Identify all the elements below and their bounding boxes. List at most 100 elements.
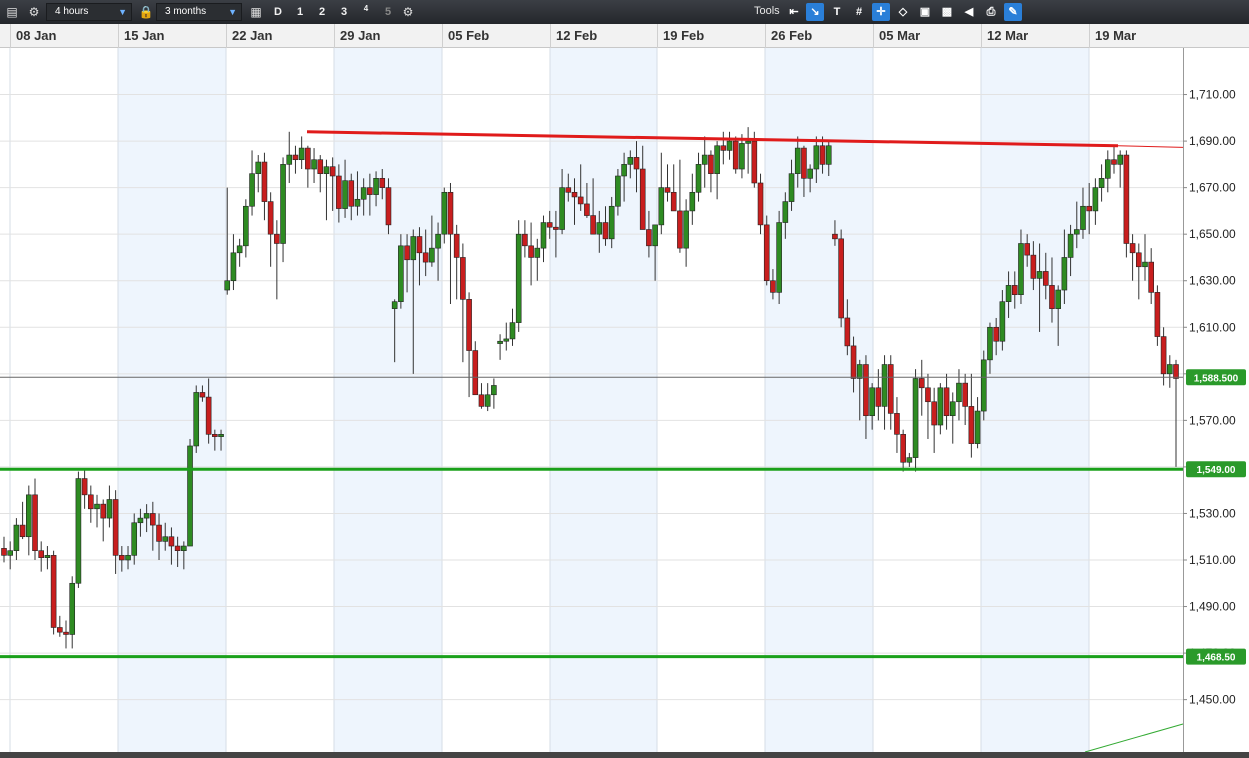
candle-up	[236, 245, 243, 254]
candle-up	[745, 140, 751, 144]
candle-down	[329, 166, 336, 177]
text-tool-icon[interactable]: T	[828, 3, 846, 21]
candle-down	[274, 233, 280, 244]
candle-up	[354, 198, 361, 207]
settings-tool-icon[interactable]: ✎	[1004, 3, 1022, 21]
candle-down	[801, 147, 807, 179]
candle-up	[509, 322, 516, 340]
layers-icon[interactable]: ▣	[916, 3, 934, 21]
settings-icon[interactable]: ⚙	[400, 4, 416, 20]
candle-up	[788, 173, 795, 202]
candle-down	[478, 394, 485, 407]
candle-up	[856, 364, 863, 379]
candle-up	[398, 245, 404, 302]
interval-button-3[interactable]: 3	[336, 3, 352, 21]
candle-up	[75, 478, 82, 584]
interval-button-4[interactable]: 4	[358, 0, 374, 18]
candle-up	[1073, 229, 1080, 235]
candle-down	[1154, 292, 1161, 337]
candle-down	[553, 226, 559, 230]
candle-down	[584, 203, 590, 216]
candle-up	[360, 187, 367, 200]
candle-up	[776, 222, 782, 293]
price-axis: 1,710.00 1,690.00 1,670.00 1,650.00 1,630.00…	[1183, 48, 1249, 752]
candle-down	[168, 536, 175, 547]
candle-down	[1111, 159, 1117, 165]
candle-up	[373, 178, 379, 195]
trendline-icon[interactable]: ↘	[806, 3, 824, 21]
candle-down	[1160, 336, 1167, 375]
chart-type-icon[interactable]: ▩	[938, 3, 956, 21]
scrollbar[interactable]	[0, 752, 1249, 758]
menu-icon[interactable]: ▤	[4, 4, 20, 20]
candle-down	[894, 413, 900, 435]
candle-up	[125, 555, 131, 561]
candle-down	[838, 238, 844, 319]
candle-down	[565, 187, 572, 193]
y-tick-label: 1,670.00	[1189, 181, 1236, 195]
candle-down	[993, 326, 999, 342]
candle-up	[323, 166, 330, 174]
week-band	[981, 48, 1089, 752]
candle-up	[218, 434, 224, 437]
print-icon[interactable]: ⎙	[982, 3, 1000, 21]
candle-down	[832, 233, 838, 240]
candle-down	[32, 494, 38, 551]
x-tick-label: 19 Feb	[663, 28, 705, 43]
candle-down	[19, 524, 26, 538]
calendar-icon[interactable]: ▦	[248, 4, 264, 20]
candle-up	[807, 168, 813, 179]
candle-down	[422, 252, 429, 263]
candle-down	[763, 224, 770, 282]
candle-up	[689, 191, 696, 212]
grid-icon[interactable]: #	[850, 3, 868, 21]
x-tick-label: 15 Jan	[124, 28, 165, 43]
interval-button-2[interactable]: 2	[314, 3, 330, 21]
candle-up	[13, 524, 20, 551]
lock-icon[interactable]: 🔒	[138, 4, 154, 20]
marker-icon[interactable]: ◇	[894, 3, 912, 21]
candle-up	[410, 236, 417, 261]
candle-up	[652, 224, 658, 247]
candle-down	[447, 191, 454, 235]
price-chart[interactable]: 1,710.00 1,690.00 1,670.00 1,650.00 1,630.00…	[0, 48, 1249, 753]
draw-icon[interactable]: ◀	[960, 3, 978, 21]
candle-up	[608, 205, 615, 240]
range-select[interactable]: 3 months ▼	[156, 3, 242, 21]
candle-down	[887, 364, 894, 414]
candle-down	[633, 157, 640, 170]
candle-up	[726, 140, 733, 151]
interval-select[interactable]: 4 hours ▼	[46, 3, 132, 21]
x-tick-label: 12 Feb	[556, 28, 598, 43]
interval-button-d[interactable]: D	[270, 3, 286, 21]
y-tick-label: 1,650.00	[1189, 227, 1236, 241]
candle-up	[1080, 205, 1086, 230]
candle-up	[937, 387, 944, 426]
interval-button-1[interactable]: 1	[292, 3, 308, 21]
gear-icon[interactable]: ⚙	[26, 4, 42, 20]
candle-up	[980, 359, 987, 412]
candle-down	[1123, 154, 1130, 244]
arrow-left-icon[interactable]: ⇤	[785, 3, 803, 21]
crosshair-icon[interactable]: ✛	[872, 3, 890, 21]
x-tick-label: 29 Jan	[340, 28, 381, 43]
candle-down	[546, 222, 553, 228]
candle-up	[999, 301, 1006, 342]
candle-up	[143, 513, 150, 519]
candle-up	[44, 555, 51, 558]
candle-up	[391, 301, 398, 309]
candle-up	[249, 173, 255, 207]
candle-down	[900, 434, 906, 463]
candle-down	[336, 175, 342, 209]
candle-up	[906, 457, 913, 463]
candle-down	[416, 236, 423, 254]
interval-button-5[interactable]: 5	[380, 3, 396, 21]
candle-up	[106, 499, 113, 519]
candle-up	[534, 247, 541, 258]
candle-up	[1117, 154, 1123, 165]
tools-label: Tools	[754, 5, 780, 17]
candle-down	[385, 187, 392, 226]
candle-down	[212, 434, 218, 437]
candle-down	[112, 499, 119, 556]
candle-down	[590, 215, 596, 235]
